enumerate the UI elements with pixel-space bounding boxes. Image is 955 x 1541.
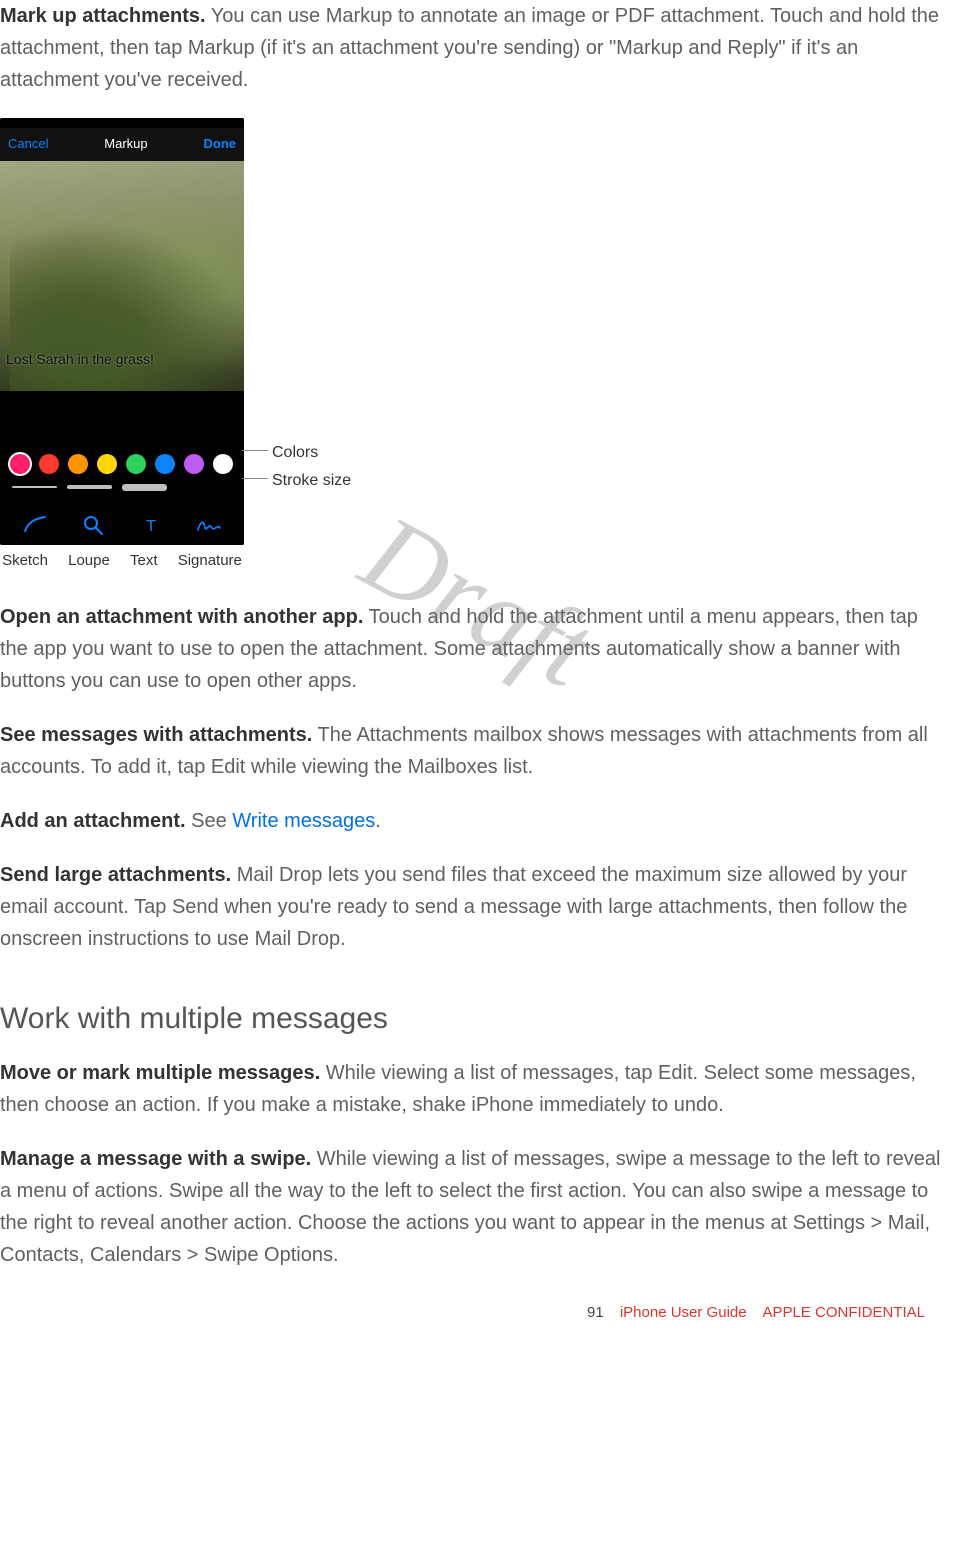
para-move: Move or mark multiple messages. While vi… — [0, 1057, 945, 1121]
para-move-title: Move or mark multiple messages. — [0, 1062, 326, 1084]
stroke-option-med — [67, 485, 112, 489]
stroke-row — [0, 478, 244, 501]
signature-icon — [189, 513, 229, 537]
photo-annotation: Lost Sarah in the grass! — [6, 348, 154, 370]
markup-navbar: Cancel Markup Done — [0, 128, 244, 161]
color-swatch — [97, 454, 117, 474]
photo-letterbox — [0, 391, 244, 446]
heading-work-multiple: Work with multiple messages — [0, 995, 945, 1043]
para-markup-title: Mark up attachments. — [0, 5, 206, 27]
para-send-title: Send large attachments. — [0, 864, 231, 886]
tool-label-loupe: Loupe — [68, 549, 110, 573]
para-manage: Manage a message with a swipe. While vie… — [0, 1143, 945, 1271]
tool-row: T — [0, 501, 244, 545]
write-messages-link[interactable]: Write messages — [232, 810, 375, 832]
tool-label-text: Text — [130, 549, 158, 573]
tool-labels-row: Sketch Loupe Text Signature — [0, 549, 252, 573]
callouts: Colors Stroke size — [252, 118, 372, 548]
tool-label-signature: Signature — [178, 549, 242, 573]
stroke-option-thick — [122, 484, 167, 491]
cancel-button: Cancel — [8, 134, 48, 155]
color-swatch — [155, 454, 175, 474]
para-send: Send large attachments. Mail Drop lets y… — [0, 859, 945, 955]
para-add: Add an attachment. See Write messages. — [0, 805, 945, 837]
para-add-pre: See — [186, 810, 233, 832]
sketch-icon — [15, 513, 55, 537]
para-manage-title: Manage a message with a swipe. — [0, 1148, 311, 1170]
color-swatch — [213, 454, 233, 474]
color-swatch — [184, 454, 204, 474]
svg-text:T: T — [146, 518, 156, 535]
photo-area: Lost Sarah in the grass! — [0, 161, 244, 391]
para-see: See messages with attachments. The Attac… — [0, 719, 945, 783]
color-swatch — [10, 454, 30, 474]
done-button: Done — [203, 134, 236, 155]
phone-frame: Cancel Markup Done Lost Sarah in the gra… — [0, 118, 244, 545]
footer-confidential: APPLE CONFIDENTIAL — [762, 1304, 925, 1321]
para-add-title: Add an attachment. — [0, 810, 186, 832]
markup-figure: Cancel Markup Done Lost Sarah in the gra… — [0, 118, 945, 573]
color-swatch — [68, 454, 88, 474]
loupe-icon — [73, 513, 113, 537]
page-footer: 91 iPhone User Guide APPLE CONFIDENTIAL — [0, 1301, 945, 1325]
para-open: Open an attachment with another app. Tou… — [0, 601, 945, 697]
status-bar — [0, 118, 244, 128]
stroke-option-thin — [12, 486, 57, 488]
markup-title: Markup — [104, 134, 147, 155]
callout-stroke: Stroke size — [272, 468, 351, 494]
color-swatch — [39, 454, 59, 474]
color-swatch — [126, 454, 146, 474]
page-number: 91 — [587, 1304, 604, 1321]
footer-title: iPhone User Guide — [620, 1304, 747, 1321]
callout-colors: Colors — [272, 440, 318, 466]
para-open-title: Open an attachment with another app. — [0, 606, 363, 628]
text-icon: T — [131, 513, 171, 537]
para-markup: Mark up attachments. You can use Markup … — [0, 0, 945, 96]
color-row — [0, 446, 244, 478]
para-add-post: . — [375, 810, 381, 832]
tool-label-sketch: Sketch — [2, 549, 48, 573]
para-see-title: See messages with attachments. — [0, 724, 312, 746]
